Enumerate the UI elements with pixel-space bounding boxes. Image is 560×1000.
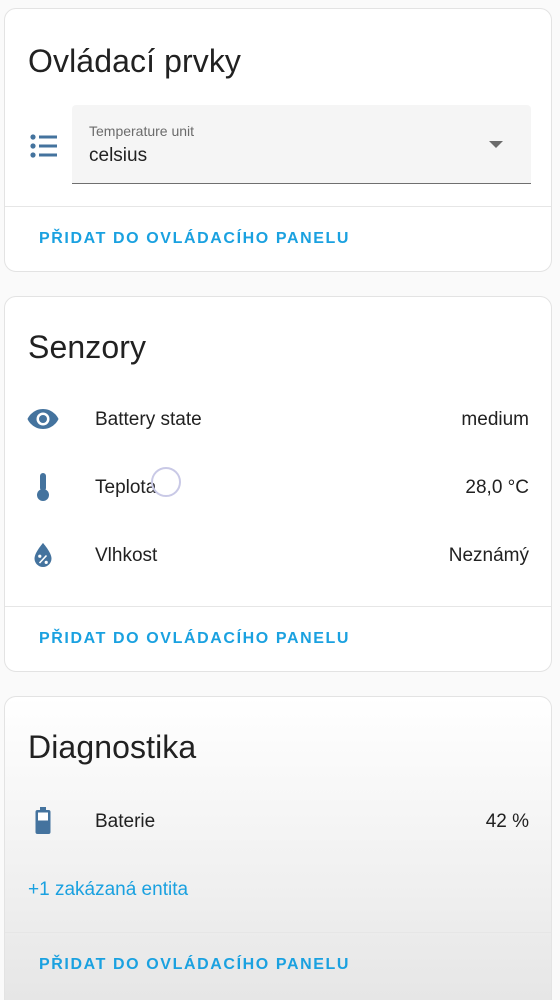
sensor-name: Vlhkost — [95, 545, 158, 566]
sensors-divider — [5, 606, 551, 607]
sensors-card-title: Senzory — [28, 329, 147, 365]
sensor-row-temperature[interactable]: Teplota 28,0 °C — [5, 465, 551, 509]
diagnostic-name: Baterie — [95, 811, 156, 832]
sensor-row-battery-state[interactable]: Battery state medium — [5, 397, 551, 441]
sensor-value: 28,0 °C — [465, 477, 529, 498]
battery-icon — [27, 807, 59, 835]
temperature-unit-select[interactable]: Temperature unit celsius — [72, 105, 531, 184]
sensor-row-humidity[interactable]: Vlhkost Neznámý — [5, 533, 551, 577]
sensor-name: Teplota — [95, 477, 157, 498]
temperature-unit-value: celsius — [89, 145, 148, 166]
controls-divider — [5, 206, 551, 207]
controls-card: Ovládací prvky Temperature unit celsius … — [4, 8, 552, 272]
sensor-value: medium — [461, 409, 529, 430]
disabled-entities-link[interactable]: +1 zakázaná entita — [28, 879, 188, 901]
dropdown-arrow-icon[interactable] — [489, 141, 503, 148]
eye-icon — [27, 405, 59, 433]
controls-add-to-dashboard-button[interactable]: PŘIDAT DO OVLÁDACÍHO PANELU — [39, 230, 350, 248]
diagnostics-card: Diagnostika Baterie 42 % +1 zakázaná ent… — [4, 696, 552, 1000]
thermometer-icon — [27, 473, 59, 501]
format-list-bulleted-icon — [29, 133, 59, 159]
water-percent-icon — [27, 541, 59, 569]
diagnostic-row-battery[interactable]: Baterie 42 % — [5, 799, 551, 843]
diagnostics-divider — [5, 932, 551, 933]
controls-card-title: Ovládací prvky — [28, 43, 242, 79]
temperature-unit-label: Temperature unit — [89, 123, 195, 139]
sensors-card: Senzory Battery state medium Teplota 28,… — [4, 296, 552, 672]
diagnostics-add-to-dashboard-button[interactable]: PŘIDAT DO OVLÁDACÍHO PANELU — [39, 956, 350, 974]
sensor-value: Neznámý — [448, 545, 529, 566]
sensor-name: Battery state — [95, 409, 202, 430]
diagnostic-value: 42 % — [485, 811, 529, 832]
sensors-add-to-dashboard-button[interactable]: PŘIDAT DO OVLÁDACÍHO PANELU — [39, 630, 350, 648]
diagnostics-card-title: Diagnostika — [28, 729, 197, 765]
